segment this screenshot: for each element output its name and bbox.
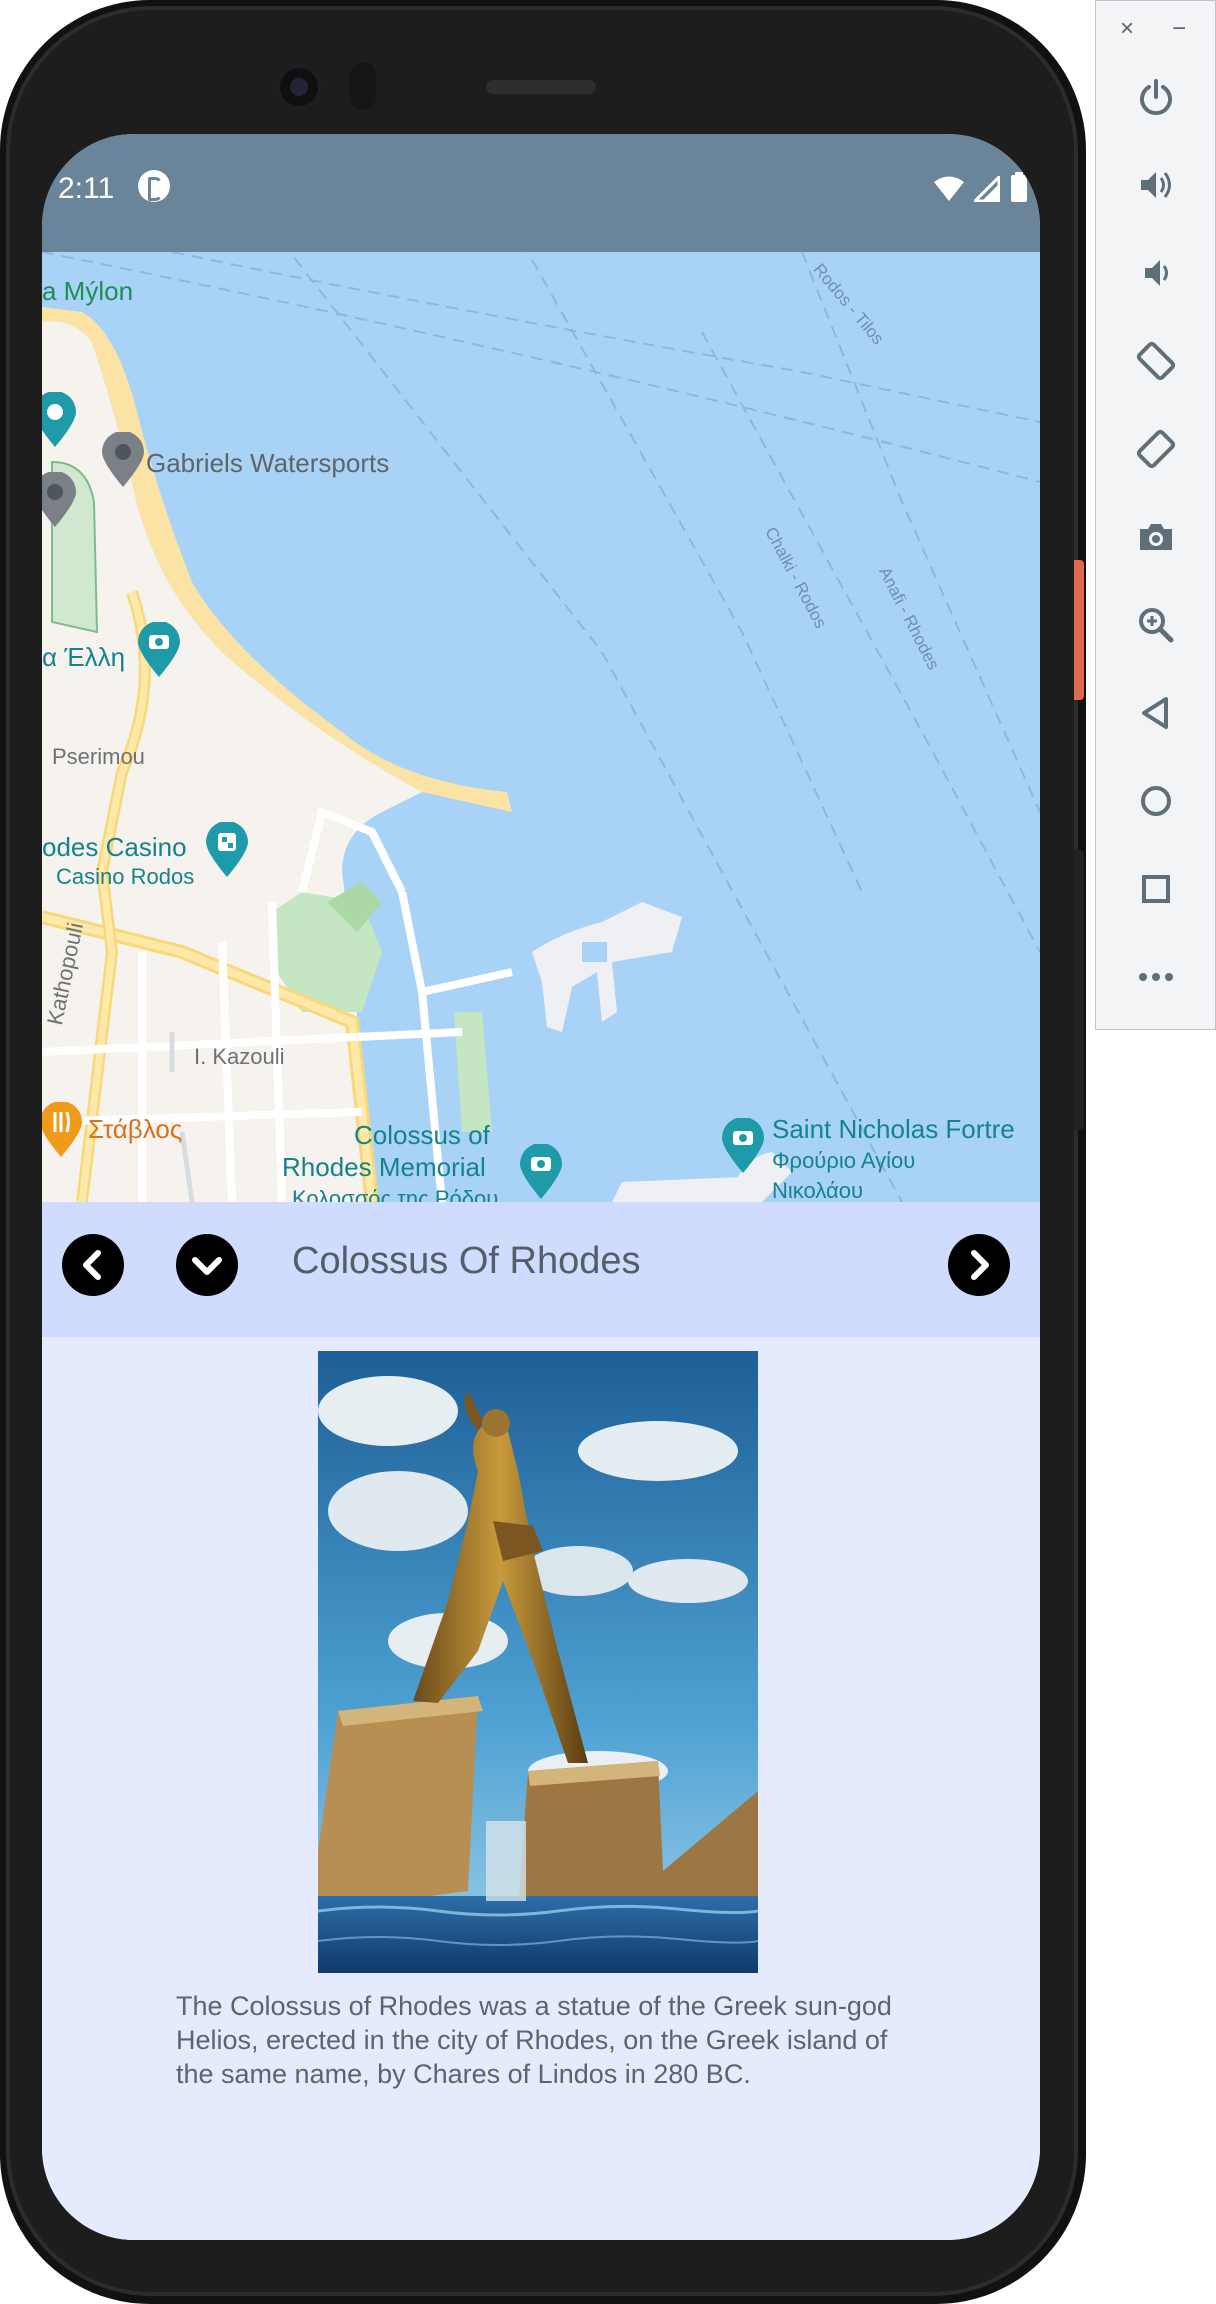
- casino-pin-icon[interactable]: [206, 822, 248, 878]
- map-label[interactable]: Κολοσσός της Ρόδου: [292, 1186, 498, 1202]
- map-label[interactable]: α Έλλη: [42, 642, 125, 673]
- place-details: The Colossus of Rhodes was a statue of t…: [42, 1337, 1040, 2240]
- volume-up-icon: [1141, 172, 1171, 198]
- map-pin-icon[interactable]: [102, 432, 144, 488]
- chevron-left-icon: [83, 1250, 101, 1280]
- expand-button[interactable]: [176, 1234, 238, 1296]
- map-drawing: [42, 252, 1040, 1202]
- proximity-sensor: [350, 62, 376, 110]
- map-label[interactable]: a Mýlon: [42, 276, 133, 307]
- status-bar: 2:11: [42, 134, 1040, 252]
- volume-side-button[interactable]: [1074, 850, 1084, 1130]
- map-label[interactable]: Colossus of: [354, 1120, 490, 1151]
- close-button[interactable]: ×: [1120, 15, 1134, 43]
- place-description: The Colossus of Rhodes was a statue of t…: [176, 1991, 892, 2089]
- map-label[interactable]: Gabriels Watersports: [146, 448, 389, 479]
- rotate-right-button[interactable]: [1126, 419, 1186, 479]
- back-icon: [1142, 697, 1168, 729]
- more-icon: [1139, 973, 1173, 981]
- place-photo: [318, 1351, 758, 1973]
- home-icon: [1141, 786, 1171, 816]
- attraction-pin-icon[interactable]: [138, 622, 180, 678]
- volume-down-button[interactable]: [1126, 243, 1186, 303]
- map-label: I. Kazouli: [194, 1044, 285, 1069]
- zoom-icon: [1139, 608, 1174, 643]
- place-title: Colossus Of Rhodes: [292, 1240, 641, 1282]
- status-time: 2:11: [58, 172, 115, 205]
- phone-screen: 2:11 a Mýlon Gabriels Watersports α Έλλη…: [42, 134, 1040, 2240]
- zoom-button[interactable]: [1126, 595, 1186, 655]
- map-label: Pserimou: [52, 744, 145, 769]
- rotate-left-icon: [1136, 341, 1176, 381]
- restaurant-pin-icon[interactable]: [42, 1102, 82, 1158]
- volume-down-icon: [1145, 260, 1168, 286]
- power-side-button[interactable]: [1074, 560, 1084, 700]
- status-icons: [934, 172, 1028, 202]
- battery-icon: [1011, 172, 1027, 202]
- map-label[interactable]: Casino Rodos: [56, 864, 194, 890]
- previous-button[interactable]: [62, 1234, 124, 1296]
- map-label[interactable]: Νικολάου: [772, 1178, 863, 1202]
- back-button[interactable]: [1126, 683, 1186, 743]
- map-view[interactable]: a Mýlon Gabriels Watersports α Έλλη Pser…: [42, 252, 1040, 1202]
- emulator-toolbar: × −: [1095, 0, 1216, 1030]
- wifi-icon: [934, 176, 964, 201]
- map-label[interactable]: Στάβλος: [88, 1114, 182, 1145]
- attraction-pin-icon[interactable]: [520, 1144, 562, 1200]
- rotate-right-icon: [1136, 429, 1176, 469]
- volume-up-button[interactable]: [1126, 155, 1186, 215]
- camera-icon: [1140, 524, 1172, 550]
- home-button[interactable]: [1126, 771, 1186, 831]
- map-label[interactable]: Rhodes Memorial: [282, 1152, 486, 1183]
- notification-app-icon: [138, 170, 170, 202]
- signal-icon: [974, 176, 1000, 202]
- map-label[interactable]: Φρούριο Αγίου: [772, 1148, 915, 1174]
- next-button[interactable]: [948, 1234, 1010, 1296]
- more-button[interactable]: [1126, 947, 1186, 1007]
- earpiece-speaker: [486, 80, 596, 94]
- attraction-pin-icon[interactable]: [722, 1118, 764, 1174]
- map-label[interactable]: odes Casino: [42, 832, 187, 863]
- screenshot-button[interactable]: [1126, 507, 1186, 567]
- chevron-right-icon: [971, 1250, 989, 1280]
- power-button[interactable]: [1126, 67, 1186, 127]
- minimize-button[interactable]: −: [1172, 15, 1186, 43]
- map-pin-icon[interactable]: [42, 472, 76, 528]
- rotate-left-button[interactable]: [1126, 331, 1186, 391]
- colossus-image: [318, 1351, 758, 1973]
- beach-pin-icon[interactable]: [42, 392, 76, 448]
- chevron-down-icon: [192, 1257, 222, 1275]
- front-camera: [274, 62, 324, 112]
- place-navigation-bar: Colossus Of Rhodes: [42, 1202, 1040, 1337]
- overview-icon: [1142, 875, 1170, 903]
- map-label[interactable]: Saint Nicholas Fortre: [772, 1114, 1015, 1145]
- power-icon: [1140, 79, 1172, 116]
- overview-button[interactable]: [1126, 859, 1186, 919]
- phone-frame: 2:11 a Mýlon Gabriels Watersports α Έλλη…: [0, 0, 1086, 2304]
